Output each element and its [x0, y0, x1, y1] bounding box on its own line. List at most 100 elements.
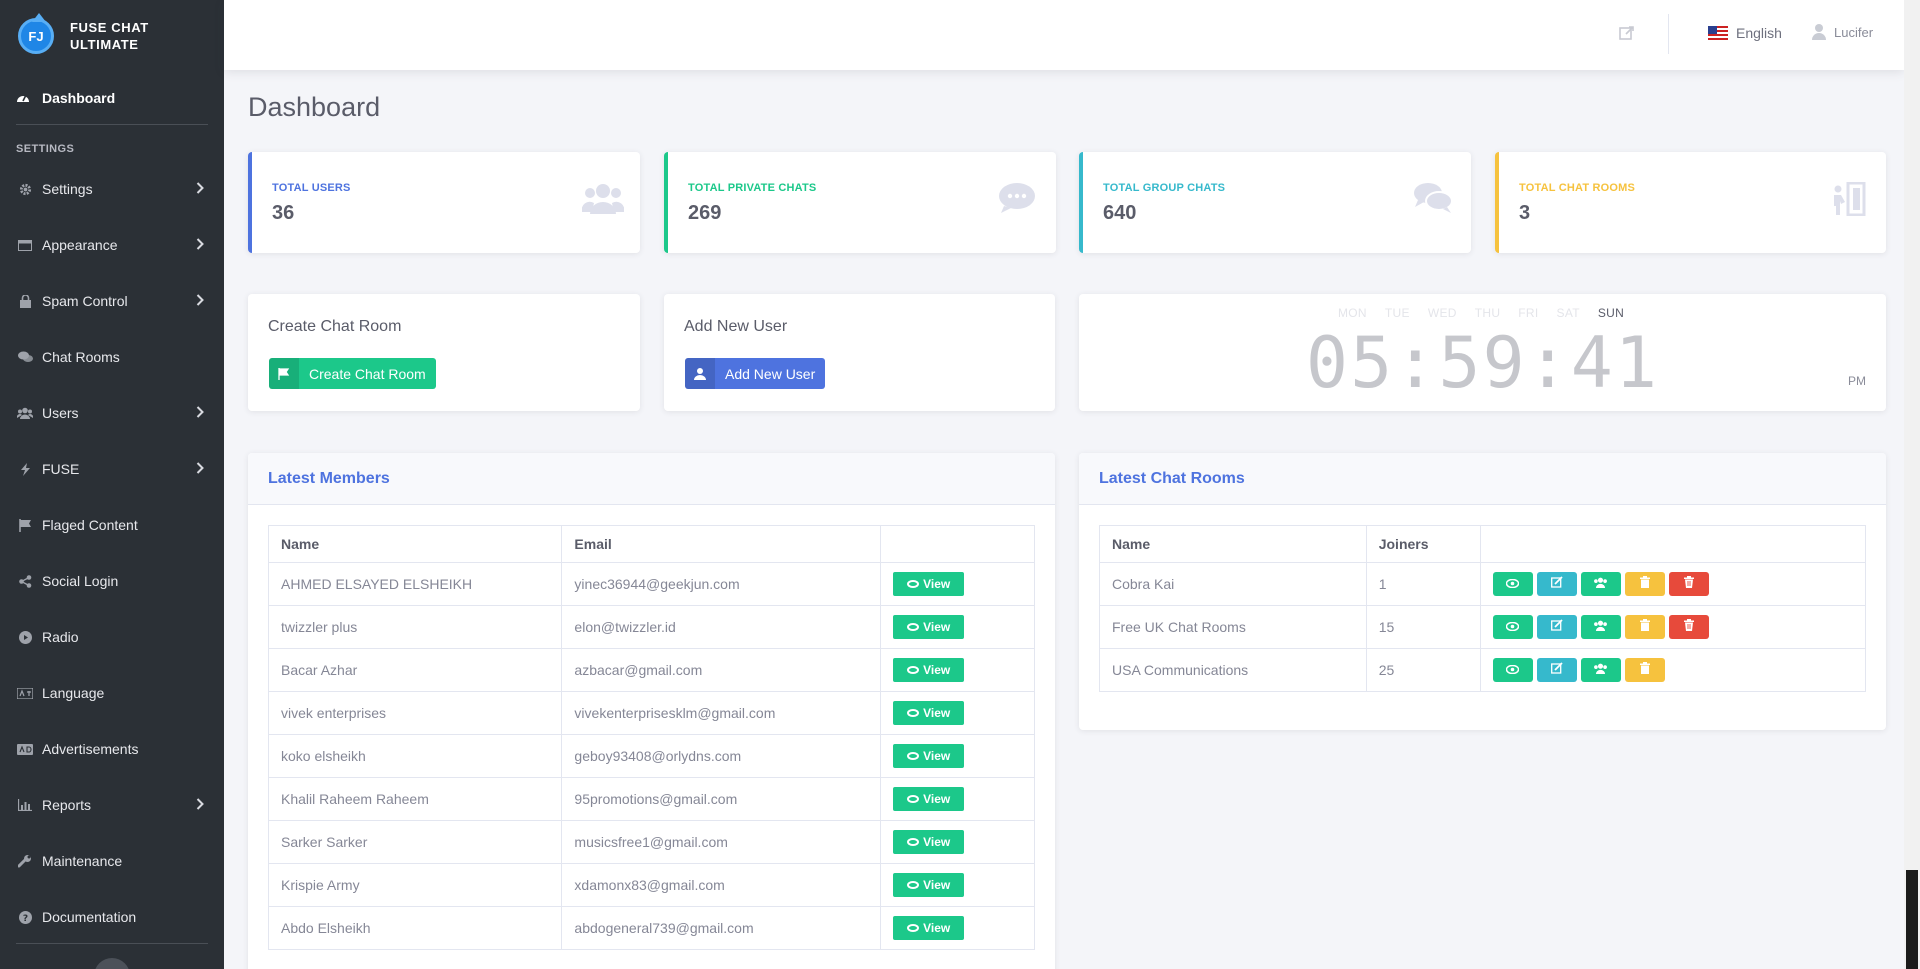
sidebar-item-maintenance[interactable]: Maintenance	[0, 833, 224, 889]
sidebar-item-documentation[interactable]: ? Documentation	[0, 889, 224, 945]
sidebar-item-social-login[interactable]: Social Login	[0, 553, 224, 609]
view-room-button[interactable]	[1492, 572, 1533, 597]
sidebar-item-users[interactable]: Users	[0, 385, 224, 441]
member-name: Khalil Raheem Raheem	[267, 777, 563, 821]
users-icon	[1593, 620, 1608, 634]
member-email: vivekenterprisesklm@gmail.com	[561, 691, 882, 735]
eye-icon	[907, 838, 920, 846]
chevron-right-icon	[196, 461, 204, 477]
action-cell	[1479, 562, 1867, 606]
sidebar-item-label: Reports	[42, 797, 92, 813]
member-name: Abdo Elsheikh	[267, 906, 563, 950]
stat-card-total-group-chats: TOTAL GROUP CHATS 640	[1079, 152, 1471, 253]
edit-room-button[interactable]	[1536, 614, 1577, 639]
page-title: Dashboard	[248, 92, 381, 122]
table-row: twizzler plus elon@twizzler.id View	[267, 605, 1035, 649]
view-button[interactable]: View	[893, 701, 965, 725]
view-button[interactable]: View	[893, 744, 965, 768]
view-room-button[interactable]	[1492, 658, 1533, 683]
external-link-icon[interactable]	[1618, 24, 1636, 42]
eye-icon	[907, 752, 920, 760]
view-room-button[interactable]	[1492, 615, 1533, 640]
action-cell: View	[880, 906, 1035, 950]
edit-room-button[interactable]	[1536, 571, 1577, 596]
member-name: Sarker Sarker	[267, 820, 563, 864]
sidebar-item-settings[interactable]: Settings	[0, 161, 224, 217]
sidebar-item-reports[interactable]: Reports	[0, 777, 224, 833]
sidebar-item-label: Advertisements	[42, 741, 139, 757]
sidebar-item-dashboard[interactable]: Dashboard	[0, 72, 224, 124]
sidebar-item-advertisements[interactable]: Advertisements	[0, 721, 224, 777]
eye-icon	[1505, 620, 1520, 634]
sidebar-item-spam-control[interactable]: Spam Control	[0, 273, 224, 329]
sidebar-item-appearance[interactable]: Appearance	[0, 217, 224, 273]
member-email: yinec36944@geekjun.com	[561, 562, 882, 606]
sidebar-item-fuse[interactable]: FUSE	[0, 441, 224, 497]
gauge-icon	[16, 90, 34, 106]
bolt-icon	[16, 462, 34, 476]
trash-icon	[1639, 576, 1650, 591]
room-members-button[interactable]	[1580, 615, 1621, 640]
edit-room-button[interactable]	[1536, 657, 1577, 682]
view-button[interactable]: View	[893, 572, 965, 596]
sidebar-divider	[16, 943, 208, 944]
clear-room-button[interactable]	[1624, 571, 1665, 596]
eye-icon	[907, 881, 920, 889]
create-chat-room-button[interactable]: Create Chat Room	[269, 358, 436, 389]
stat-value: 640	[1103, 202, 1137, 224]
table-row: Khalil Raheem Raheem 95promotions@gmail.…	[267, 777, 1035, 821]
action-cell: View	[880, 648, 1035, 692]
stat-label: TOTAL GROUP CHATS	[1103, 182, 1226, 194]
eye-icon	[907, 709, 920, 717]
clock-card: MON TUE WED THU FRI SAT SUN 05:59:41 PM	[1079, 294, 1886, 411]
brand[interactable]: FJ FUSE CHAT ULTIMATE	[0, 0, 224, 72]
page-scrollbar[interactable]	[1904, 0, 1920, 969]
sidebar-item-radio[interactable]: Radio	[0, 609, 224, 665]
sidebar-item-language[interactable]: Language	[0, 665, 224, 721]
table-row: vivek enterprises vivekenterprisesklm@gm…	[267, 691, 1035, 735]
delete-room-button[interactable]	[1668, 571, 1709, 596]
view-button[interactable]: View	[893, 830, 965, 854]
eye-icon	[1505, 577, 1520, 591]
create-chat-room-card: Create Chat Room Create Chat Room	[248, 294, 640, 411]
clear-room-button[interactable]	[1624, 657, 1665, 682]
lock-icon	[16, 294, 34, 308]
view-button[interactable]: View	[893, 658, 965, 682]
panel-title: Latest Chat Rooms	[1079, 453, 1886, 505]
sidebar-toggle-button[interactable]	[94, 958, 130, 969]
topbar: English Lucifer	[224, 0, 1904, 70]
eye-icon	[907, 666, 920, 674]
day-label: WED	[1427, 306, 1457, 320]
delete-room-button[interactable]	[1668, 614, 1709, 639]
scrollbar-thumb[interactable]	[1906, 870, 1918, 969]
view-button[interactable]: View	[893, 615, 965, 639]
sidebar-item-label: Appearance	[42, 237, 118, 253]
chevron-right-icon	[196, 405, 204, 421]
room-joiners: 15	[1365, 605, 1481, 649]
view-button[interactable]: View	[893, 916, 965, 940]
users-icon	[16, 407, 34, 419]
column-header: Name	[1099, 525, 1367, 563]
sidebar-item-label: FUSE	[42, 461, 80, 477]
sidebar-item-label: Social Login	[42, 573, 119, 589]
column-header: Email	[561, 525, 882, 563]
clear-room-button[interactable]	[1624, 614, 1665, 639]
language-selector[interactable]: English	[1708, 25, 1782, 41]
room-members-button[interactable]	[1580, 572, 1621, 597]
view-button[interactable]: View	[893, 787, 965, 811]
sidebar-item-flaged-content[interactable]: Flaged Content	[0, 497, 224, 553]
user-menu[interactable]: Lucifer	[1812, 24, 1873, 40]
sidebar-item-chat-rooms[interactable]: Chat Rooms	[0, 329, 224, 385]
room-members-button[interactable]	[1580, 658, 1621, 683]
latest-chat-rooms-table: Name Joiners Cobra Kai 1 Free UK Chat Roo…	[1099, 525, 1867, 692]
clock-time: 05:59:41	[1305, 322, 1660, 404]
clock-days: MON TUE WED THU FRI SAT SUN	[1338, 306, 1624, 320]
room-name: USA Communications	[1099, 648, 1367, 692]
table-row: AHMED ELSAYED ELSHEIKH yinec36944@geekju…	[267, 562, 1035, 606]
flag-icon	[269, 358, 299, 389]
chevron-right-icon	[196, 293, 204, 309]
add-new-user-button[interactable]: Add New User	[685, 358, 826, 389]
view-button[interactable]: View	[893, 873, 965, 897]
table-row: Bacar Azhar azbacar@gmail.com View	[267, 648, 1035, 692]
action-cell: View	[880, 605, 1035, 649]
